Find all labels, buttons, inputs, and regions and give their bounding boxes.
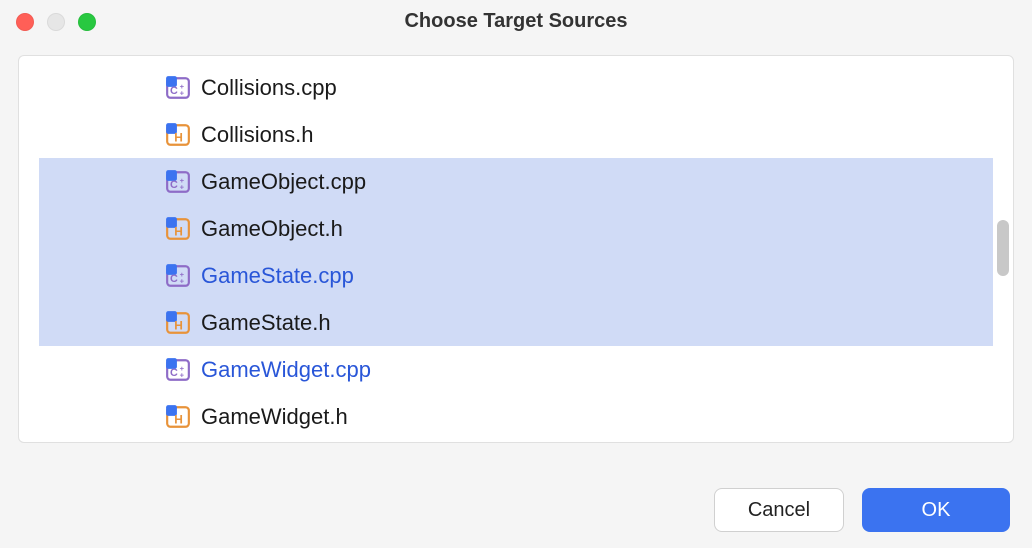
file-item[interactable]: H GameWidget.h [39,393,993,440]
file-list[interactable]: C++Collisions.cppHCollisions.hC++GameObj… [19,64,1013,440]
cpp-file-icon: C++ [165,263,191,289]
file-item[interactable]: C++ Collisions.cpp [39,64,993,111]
content-area: C++Collisions.cppHCollisions.hC++GameObj… [0,45,1032,472]
file-item[interactable]: H GameObject.h [39,205,993,252]
window-title: Choose Target Sources [16,10,1016,33]
header-file-icon: H [165,122,191,148]
file-item[interactable]: C++ GameState.cpp [39,252,993,299]
svg-text:C: C [170,366,178,378]
titlebar: Choose Target Sources [0,0,1032,45]
scrollbar-thumb[interactable] [997,220,1009,276]
svg-text:C: C [170,178,178,190]
svg-text:+: + [180,276,185,285]
header-file-icon: H [165,310,191,336]
svg-text:C: C [170,84,178,96]
file-item[interactable]: H Collisions.h [39,111,993,158]
svg-text:+: + [180,88,185,97]
file-item[interactable]: C++ GameWidget.cpp [39,346,993,393]
svg-text:+: + [180,182,185,191]
file-name-label: Collisions.h [201,122,314,148]
svg-text:C: C [170,272,178,284]
button-bar: Cancel OK [0,472,1032,548]
svg-text:H: H [174,130,183,144]
cpp-file-icon: C++ [165,75,191,101]
file-name-label: GameState.h [201,310,331,336]
file-list-panel: C++Collisions.cppHCollisions.hC++GameObj… [18,55,1014,443]
minimize-icon[interactable] [47,13,65,31]
header-file-icon: H [165,404,191,430]
file-name-label: GameObject.h [201,216,343,242]
file-name-label: Collisions.cpp [201,75,337,101]
svg-text:H: H [174,318,183,332]
cpp-file-icon: C++ [165,357,191,383]
file-name-label: GameObject.cpp [201,169,366,195]
window-controls [16,13,96,31]
file-item[interactable]: C++ GameObject.cpp [39,158,993,205]
file-name-label: GameState.cpp [201,263,354,289]
svg-text:H: H [174,412,183,426]
svg-text:H: H [174,224,183,238]
close-icon[interactable] [16,13,34,31]
file-name-label: GameWidget.cpp [201,357,371,383]
file-name-label: GameWidget.h [201,404,348,430]
cancel-button[interactable]: Cancel [714,488,844,532]
zoom-icon[interactable] [78,13,96,31]
header-file-icon: H [165,216,191,242]
ok-button[interactable]: OK [862,488,1010,532]
file-item[interactable]: H GameState.h [39,299,993,346]
svg-text:+: + [180,370,185,379]
cpp-file-icon: C++ [165,169,191,195]
